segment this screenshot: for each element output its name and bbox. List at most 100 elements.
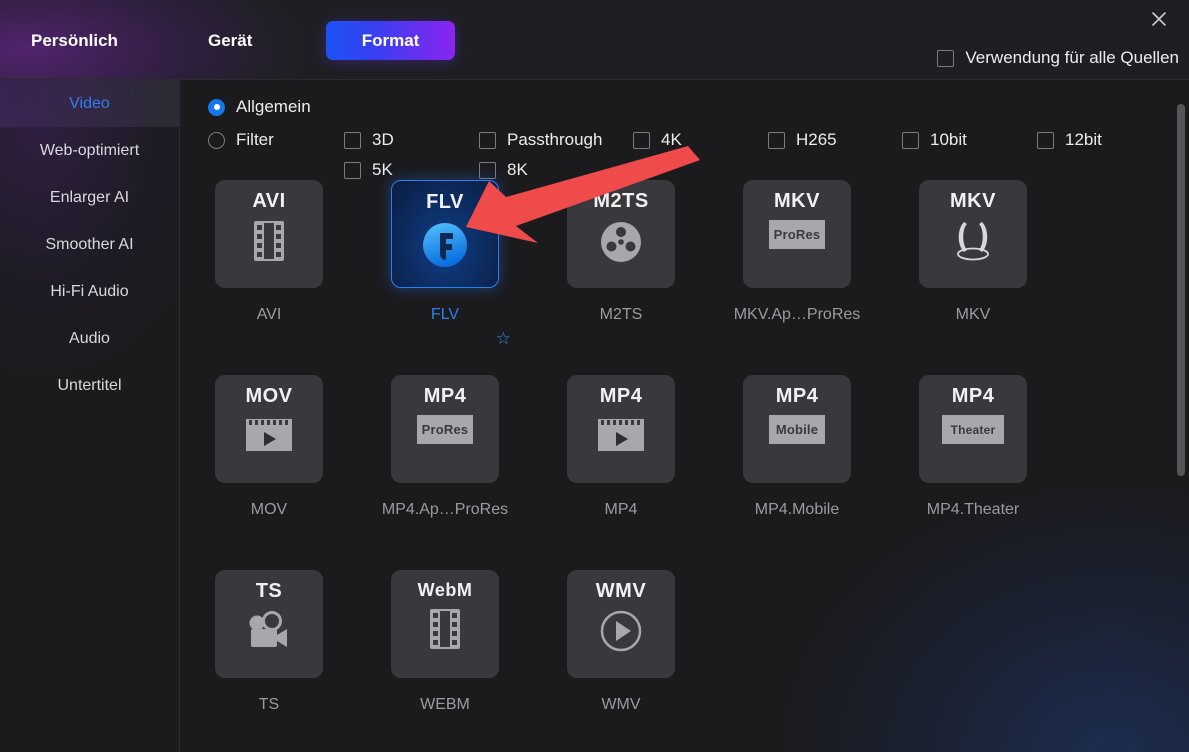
radio-filter-indicator[interactable]	[208, 131, 225, 149]
format-row: AVI AVI FLV ☆ FLV M2TS M2TS MKV ProRes M…	[181, 180, 1189, 375]
format-abbr: MP4	[423, 385, 467, 407]
format-cell-mkv: MKV MKV	[885, 180, 1061, 375]
format-label: MP4.Ap…ProRes	[381, 501, 509, 518]
format-tile-ts[interactable]: TS	[215, 570, 323, 678]
checkbox-3d-label: 3D	[372, 130, 394, 149]
format-label: MP4	[604, 501, 638, 518]
checkbox-8k-label: 8K	[507, 160, 528, 179]
format-label: AVI	[256, 306, 282, 323]
format-label: TS	[258, 696, 280, 713]
sidebar-item-label: Video	[69, 94, 110, 112]
format-abbr: MP4	[775, 385, 819, 407]
format-cell-flv: FLV ☆ FLV	[357, 180, 533, 375]
checkbox-8k[interactable]: 8K	[479, 160, 528, 180]
checkbox-h265[interactable]: H265	[768, 130, 837, 150]
sidebar-item-untertitel[interactable]: Untertitel	[0, 362, 179, 409]
checkbox-4k-box[interactable]	[633, 131, 650, 149]
checkbox-5k[interactable]: 5K	[344, 160, 393, 180]
checkbox-10bit-box[interactable]	[902, 131, 919, 149]
sidebar-item-web-optimiert[interactable]: Web-optimiert	[0, 127, 179, 174]
radio-allgemein-indicator[interactable]	[208, 98, 225, 116]
format-abbr: M2TS	[593, 190, 649, 212]
format-variant-badge: Theater	[942, 415, 1004, 444]
format-label: WEBM	[420, 696, 470, 713]
format-abbr: MOV	[245, 385, 293, 407]
checkbox-10bit[interactable]: 10bit	[902, 130, 967, 150]
format-abbr: FLV	[426, 191, 464, 213]
format-cell-mp4-prores: MP4 ProRes MP4.Ap…ProRes	[357, 375, 533, 570]
format-cell-ts: TS TS	[181, 570, 357, 752]
flash-icon	[419, 219, 471, 271]
format-tile-mkv[interactable]: MKV	[919, 180, 1027, 288]
sidebar-item-label: Hi-Fi Audio	[50, 282, 129, 300]
favorite-star-icon[interactable]: ☆	[496, 330, 511, 347]
format-cell-wmv: WMV WMV	[533, 570, 709, 752]
tab-device[interactable]: Gerät	[208, 31, 252, 51]
format-tile-webm[interactable]: WebM	[391, 570, 499, 678]
sidebar-item-video[interactable]: Video	[0, 80, 179, 127]
format-abbr: MP4	[951, 385, 995, 407]
checkbox-5k-box[interactable]	[344, 161, 361, 179]
format-tile-wmv[interactable]: WMV	[567, 570, 675, 678]
checkbox-3d[interactable]: 3D	[344, 130, 394, 150]
format-row: MOV MOV MP4 ProRes MP4.Ap…ProRes MP4 MP4…	[181, 375, 1189, 570]
radio-allgemein-label: Allgemein	[236, 97, 311, 116]
sidebar-item-label: Untertitel	[57, 376, 122, 394]
format-tile-mp4-mobile[interactable]: MP4 Mobile	[743, 375, 851, 483]
tab-personal[interactable]: Persönlich	[31, 31, 118, 51]
sidebar-item-enlarger-ai[interactable]: Enlarger AI	[0, 174, 179, 221]
checkbox-8k-box[interactable]	[479, 161, 496, 179]
format-tile-m2ts[interactable]: M2TS	[567, 180, 675, 288]
format-cell-mp4-theater: MP4 Theater MP4.Theater	[885, 375, 1061, 570]
format-abbr: TS	[255, 580, 283, 602]
film-strip-icon	[247, 218, 291, 264]
use-for-all-sources-label: Verwendung für alle Quellen	[965, 48, 1179, 67]
sidebar-item-label: Web-optimiert	[39, 141, 140, 159]
use-for-all-sources-checkbox[interactable]	[937, 49, 955, 67]
format-variant-badge: ProRes	[769, 220, 825, 249]
checkbox-4k[interactable]: 4K	[633, 130, 682, 150]
checkbox-12bit-box[interactable]	[1037, 131, 1054, 149]
matroska-icon	[949, 218, 997, 264]
radio-filter-label: Filter	[236, 130, 274, 149]
radio-filter[interactable]: Filter	[208, 130, 274, 150]
close-icon[interactable]	[1141, 3, 1177, 35]
format-abbr: AVI	[252, 190, 286, 212]
format-label: MKV	[955, 306, 991, 323]
checkbox-3d-box[interactable]	[344, 131, 361, 149]
format-row: TS TS WebM WEBM WMV WMV	[181, 570, 1189, 752]
format-tile-mov[interactable]: MOV	[215, 375, 323, 483]
sidebar-item-hifi-audio[interactable]: Hi-Fi Audio	[0, 268, 179, 315]
sidebar-item-label: Smoother AI	[45, 235, 134, 253]
format-abbr: WMV	[595, 580, 647, 602]
use-for-all-sources-option[interactable]: Verwendung für alle Quellen	[937, 48, 1179, 68]
format-tile-mkv-prores[interactable]: MKV ProRes	[743, 180, 851, 288]
format-tile-flv[interactable]: FLV	[391, 180, 499, 288]
vertical-scrollbar-thumb[interactable]	[1177, 104, 1185, 476]
tab-format[interactable]: Format	[326, 21, 455, 60]
format-label: M2TS	[599, 306, 643, 323]
format-tile-avi[interactable]: AVI	[215, 180, 323, 288]
play-circle-icon	[596, 608, 646, 654]
checkbox-passthrough-box[interactable]	[479, 131, 496, 149]
filter-toolbar: Allgemein Filter 3D 5K Passthrough 8K 4K…	[181, 80, 1189, 179]
checkbox-passthrough[interactable]: Passthrough	[479, 130, 602, 150]
film-strip-icon	[423, 606, 467, 652]
sidebar-item-smoother-ai[interactable]: Smoother AI	[0, 221, 179, 268]
format-tile-mp4-theater[interactable]: MP4 Theater	[919, 375, 1027, 483]
radio-allgemein[interactable]: Allgemein	[208, 97, 311, 117]
checkbox-12bit[interactable]: 12bit	[1037, 130, 1102, 150]
checkbox-h265-box[interactable]	[768, 131, 785, 149]
format-label: MP4.Mobile	[754, 501, 840, 518]
format-abbr: MP4	[599, 385, 643, 407]
film-reel-icon	[597, 218, 645, 266]
format-preset-dialog: Persönlich Gerät Format Verwendung für a…	[0, 0, 1189, 752]
format-tile-mp4-prores[interactable]: MP4 ProRes	[391, 375, 499, 483]
format-label: FLV	[430, 306, 460, 323]
tab-format-label: Format	[361, 30, 420, 50]
format-cell-webm: WebM WEBM	[357, 570, 533, 752]
sidebar-item-label: Enlarger AI	[49, 188, 130, 206]
format-tile-mp4[interactable]: MP4	[567, 375, 675, 483]
format-abbr: WebM	[417, 580, 473, 600]
sidebar-item-audio[interactable]: Audio	[0, 315, 179, 362]
